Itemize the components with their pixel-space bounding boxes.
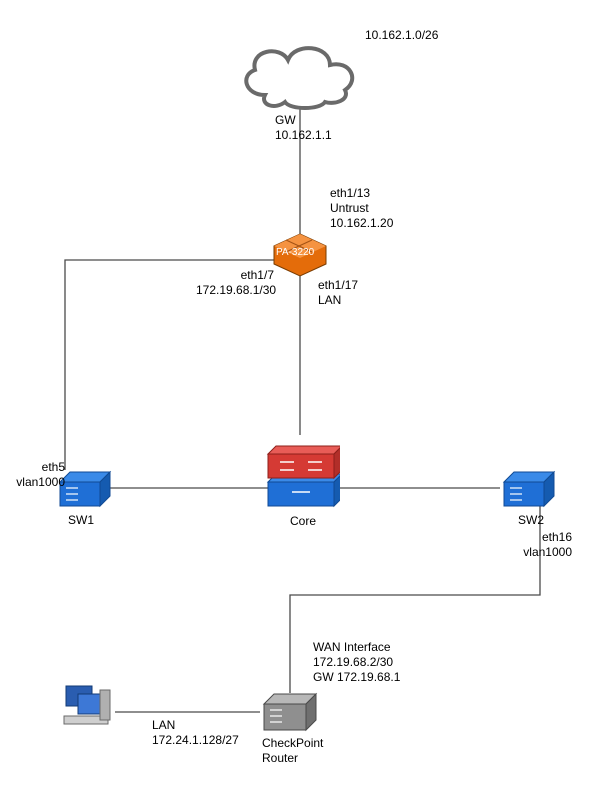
cp-lan-label: LAN 172.24.1.128/27 [152,718,239,748]
pa-sw1-iface-label: eth1/7 172.19.68.1/30 [196,268,274,298]
pa-core-iface-label: eth1/17 LAN [318,278,358,308]
sw2-icon [500,468,556,510]
workstation-icon [60,680,118,732]
sw1-iface-label: eth5 vlan1000 [15,460,65,490]
sw2-label: SW2 [518,513,544,528]
pa-wan-iface-label: eth1/13 Untrust 10.162.1.20 [330,186,393,231]
core-label: Core [290,514,316,529]
checkpoint-label: CheckPoint Router [262,736,323,766]
cloud-icon [230,30,370,120]
cp-wan-label: WAN Interface 172.19.68.2/30 GW 172.19.6… [313,640,400,685]
pa-device-label: PA-3220 [276,247,314,260]
cloud-network-label: 10.162.1.0/26 [365,28,438,43]
checkpoint-icon [260,690,320,734]
core-switch-icon [262,432,340,510]
cloud-gw-label: GW 10.162.1.1 [275,113,332,143]
sw1-label: SW1 [68,513,94,528]
sw2-iface-label: eth16 vlan1000 [518,530,572,560]
